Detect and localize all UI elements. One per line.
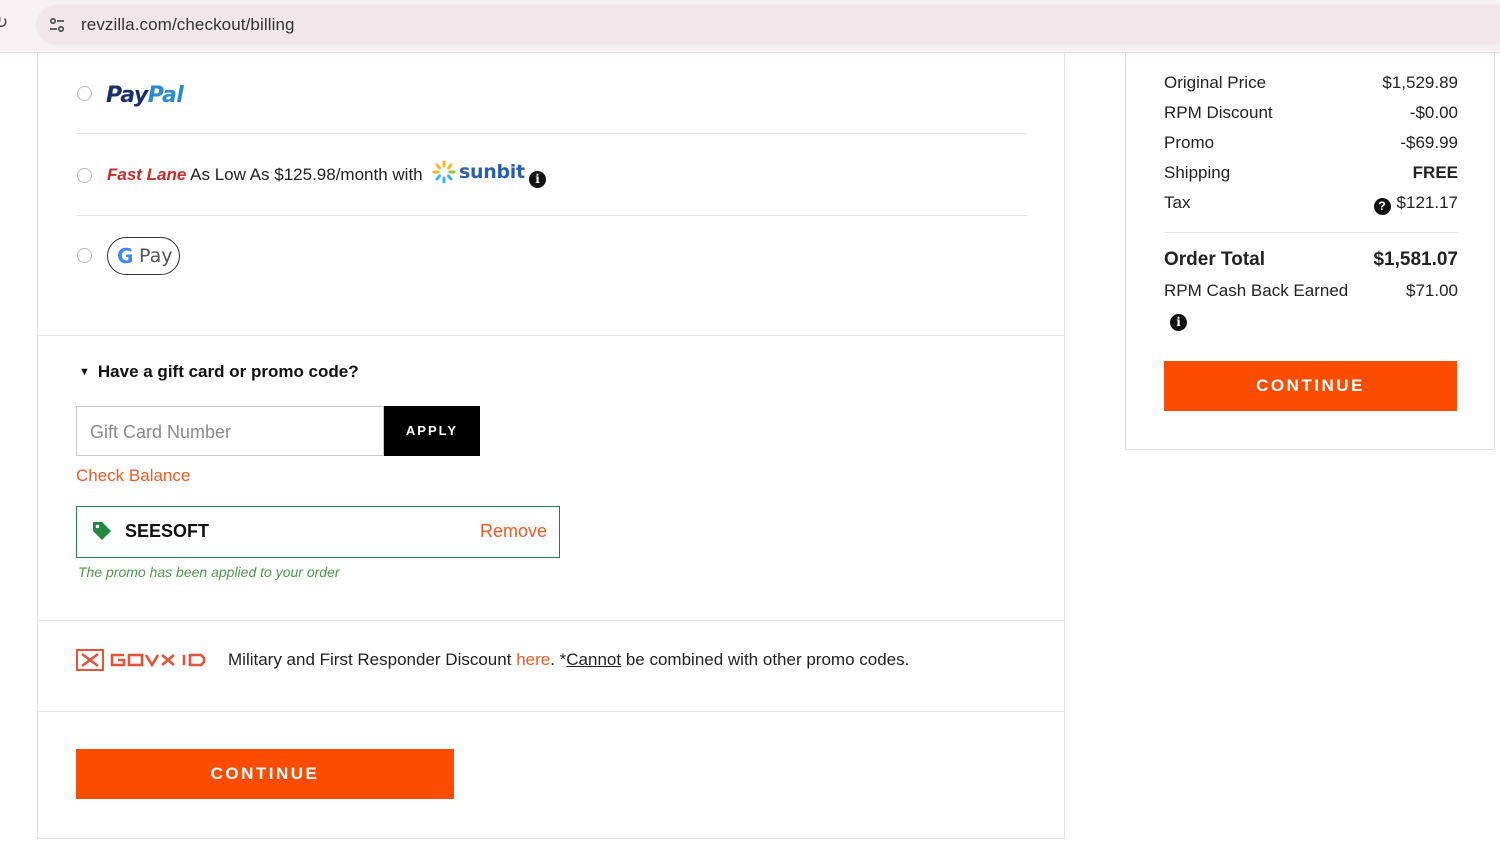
section-divider [38, 620, 1064, 621]
gift-card-input[interactable]: Gift Card Number [76, 406, 384, 456]
promo-toggle-label: Have a gift card or promo code? [97, 362, 359, 381]
shipping-row: Shipping FREE [1164, 163, 1458, 187]
promo-code: SEESOFT [125, 521, 210, 541]
sunbit-logo-text: sunbit [459, 161, 525, 183]
cash-back-label: RPM Cash Back Earned [1164, 281, 1349, 300]
applied-promo-box: SEESOFT Remove [76, 506, 560, 558]
original-price-value: $1,529.89 [1382, 73, 1458, 92]
cash-back-value: $71.00 [1406, 281, 1458, 300]
reload-icon[interactable]: ↻ [0, 14, 12, 32]
tax-value: $121.17 [1396, 193, 1458, 212]
govx-text-before: Military and First Responder Discount [228, 650, 512, 669]
summary-continue-button[interactable]: CONTINUE [1164, 361, 1457, 411]
payment-panel: PayPal Fast Lane As Low As $125.98/month… [37, 53, 1065, 839]
info-icon[interactable]: i [1170, 314, 1187, 331]
order-summary: Original Price $1,529.89 RPM Discount -$… [1125, 53, 1495, 450]
check-balance-link[interactable]: Check Balance [76, 466, 190, 486]
govx-separator: . * [550, 650, 567, 669]
section-divider [38, 711, 1064, 712]
paypal-radio[interactable] [77, 86, 92, 101]
original-price-label: Original Price [1164, 73, 1267, 92]
rpm-discount-value: -$0.00 [1409, 103, 1458, 122]
continue-button[interactable]: CONTINUE [76, 749, 454, 799]
gpay-radio[interactable] [77, 248, 92, 263]
sunbit-logo: sunbit [431, 159, 525, 187]
paypal-logo-light: Pal [147, 83, 184, 108]
url-text[interactable]: revzilla.com/checkout/billing [81, 15, 295, 35]
paypal-logo[interactable]: PayPal [106, 83, 184, 108]
order-total-value: $1,581.07 [1373, 249, 1458, 270]
rpm-discount-row: RPM Discount -$0.00 [1164, 103, 1458, 127]
order-total-row: Order Total $1,581.07 [1164, 249, 1458, 273]
govx-text-after: be combined with other promo codes. [625, 650, 910, 669]
info-icon[interactable]: i [529, 171, 546, 188]
govx-here-link[interactable]: here [516, 650, 550, 669]
fastlane-label: Fast Lane [107, 165, 187, 184]
promo-label: Promo [1164, 133, 1215, 152]
browser-toolbar: ↻ revzilla.com/checkout/billing [0, 0, 1500, 53]
tag-icon [93, 522, 111, 540]
govx-discount-text: Military and First Responder Discount he… [228, 650, 909, 670]
remove-promo-link[interactable]: Remove [480, 521, 547, 542]
promo-toggle[interactable]: ▼ Have a gift card or promo code? [79, 362, 359, 382]
site-info-icon[interactable] [48, 16, 66, 34]
google-g-icon: G [117, 244, 134, 268]
promo-value: -$69.99 [1400, 133, 1458, 152]
fastlane-text: As Low As $125.98/month with [190, 165, 423, 184]
summary-divider [1164, 232, 1458, 233]
original-price-row: Original Price $1,529.89 [1164, 73, 1458, 97]
cash-back-row: RPM Cash Back Earned $71.00 [1164, 281, 1458, 305]
gpay-label: Pay [139, 245, 173, 267]
section-divider [38, 335, 1064, 336]
govx-id-logo [76, 649, 206, 671]
order-total-label: Order Total [1164, 249, 1265, 270]
promo-row: Promo -$69.99 [1164, 133, 1458, 157]
paypal-logo-dark: Pay [106, 83, 148, 108]
sunbit-sun-icon [432, 160, 456, 184]
question-icon[interactable]: ? [1373, 198, 1391, 215]
shipping-value: FREE [1412, 163, 1458, 182]
divider [76, 133, 1027, 134]
google-pay-button[interactable]: G Pay [107, 237, 180, 275]
address-bar[interactable]: revzilla.com/checkout/billing [36, 5, 1500, 45]
cannot-link[interactable]: Cannot [566, 650, 621, 669]
tax-row: Tax ? $121.17 [1164, 193, 1458, 217]
fastlane-radio[interactable] [77, 168, 92, 183]
promo-applied-message: The promo has been applied to your order [78, 564, 340, 580]
tax-value-wrap: ? $121.17 [1373, 193, 1458, 215]
caret-down-icon: ▼ [79, 366, 90, 378]
fastlane-option-text: Fast Lane As Low As $125.98/month with [107, 165, 423, 185]
divider [76, 215, 1027, 216]
apply-button[interactable]: APPLY [384, 406, 480, 456]
shipping-label: Shipping [1164, 163, 1231, 182]
tax-label: Tax [1164, 193, 1191, 212]
rpm-discount-label: RPM Discount [1164, 103, 1273, 122]
